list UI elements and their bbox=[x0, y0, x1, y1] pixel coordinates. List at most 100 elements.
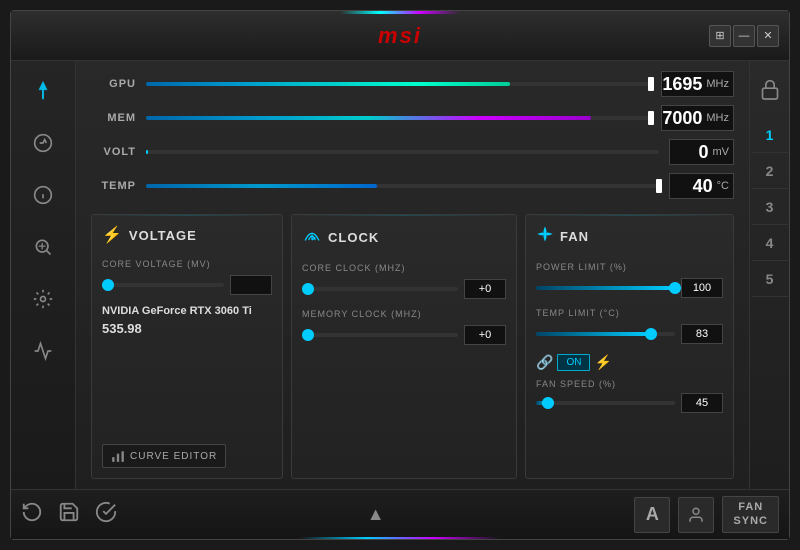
curve-editor-button[interactable]: CURVE EDITOR bbox=[102, 444, 226, 468]
app-window: msi ⊞ — ✕ bbox=[10, 10, 790, 540]
gpu-name: NVIDIA GeForce RTX 3060 Ti bbox=[102, 305, 272, 317]
gpu-slider-row: GPU 1695 MHz bbox=[91, 71, 734, 97]
lock-button[interactable] bbox=[752, 71, 788, 107]
volt-slider-container[interactable] bbox=[146, 146, 659, 158]
power-limit-label: POWER LIMIT (%) bbox=[536, 262, 723, 272]
core-voltage-slider-row bbox=[102, 275, 272, 295]
core-clock-value: +0 bbox=[464, 279, 506, 299]
mem-unit: MHz bbox=[706, 112, 729, 124]
core-clock-label: CORE CLOCK (MHZ) bbox=[302, 263, 506, 273]
power-limit-thumb[interactable] bbox=[669, 282, 681, 294]
close-btn[interactable]: ✕ bbox=[757, 25, 779, 47]
clock-panel: CLOCK CORE CLOCK (MHZ) +0 MEMORY CLOCK (… bbox=[291, 214, 517, 479]
core-voltage-track[interactable] bbox=[102, 283, 224, 287]
bottom-icons bbox=[21, 501, 117, 529]
temp-unit: °C bbox=[717, 180, 729, 192]
fan-speed-track[interactable] bbox=[536, 401, 675, 405]
center-content: GPU 1695 MHz MEM bbox=[76, 61, 749, 489]
mem-slider-row: MEM 7000 MHz bbox=[91, 105, 734, 131]
core-clock-track[interactable] bbox=[302, 287, 458, 291]
clock-icon bbox=[302, 225, 322, 249]
power-limit-fill bbox=[536, 286, 675, 290]
gpu-unit: MHz bbox=[706, 78, 729, 90]
sidebar-icon-info[interactable] bbox=[23, 175, 63, 215]
app-logo: msi bbox=[378, 23, 422, 49]
up-arrow-icon[interactable]: ▲ bbox=[367, 504, 385, 525]
gpu-slider-thumb[interactable] bbox=[648, 77, 654, 91]
profile-5-btn[interactable]: 5 bbox=[752, 261, 788, 297]
temp-slider-row: TEMP 40 °C bbox=[91, 173, 734, 199]
right-sidebar: 1 2 3 4 5 bbox=[749, 61, 789, 489]
temp-slider-container[interactable] bbox=[146, 180, 659, 192]
text-a-button[interactable]: A bbox=[634, 497, 670, 533]
bottom-bar: ▲ A FAN SYNC bbox=[11, 489, 789, 539]
minimize-btn[interactable]: — bbox=[733, 25, 755, 47]
fan-panel-title: FAN bbox=[536, 225, 723, 248]
profile-2-btn[interactable]: 2 bbox=[752, 153, 788, 189]
window-controls: ⊞ — ✕ bbox=[709, 25, 779, 47]
volt-slider-row: VOLT 0 mV bbox=[91, 139, 734, 165]
fan-speed-slider-row: 45 bbox=[536, 393, 723, 413]
fan-title-label: FAN bbox=[560, 229, 589, 244]
memory-clock-slider-row: +0 bbox=[302, 325, 506, 345]
save-icon[interactable] bbox=[58, 501, 80, 529]
title-bar: msi ⊞ — ✕ bbox=[11, 11, 789, 61]
fan-lightning-icon[interactable]: ⚡ bbox=[594, 354, 611, 371]
mem-slider-container[interactable] bbox=[146, 112, 651, 124]
left-sidebar bbox=[11, 61, 76, 489]
mem-value: 7000 bbox=[662, 108, 702, 129]
panels-section: ⚡ VOLTAGE CORE VOLTAGE (MV) NVIDIA GeFor… bbox=[91, 214, 734, 479]
gpu-slider-fill bbox=[146, 82, 510, 86]
volt-label: VOLT bbox=[91, 146, 136, 158]
voltage-panel-title: ⚡ VOLTAGE bbox=[102, 225, 272, 245]
windows-btn[interactable]: ⊞ bbox=[709, 25, 731, 47]
memory-clock-thumb[interactable] bbox=[302, 329, 314, 341]
volt-slider-track bbox=[146, 150, 659, 154]
volt-slider-fill bbox=[146, 150, 148, 154]
temp-slider-fill bbox=[146, 184, 377, 188]
sidebar-icon-search[interactable] bbox=[23, 227, 63, 267]
gpu-slider-container[interactable] bbox=[146, 78, 651, 90]
fan-speed-label: FAN SPEED (%) bbox=[536, 379, 723, 389]
memory-clock-label: MEMORY CLOCK (MHZ) bbox=[302, 309, 506, 319]
temp-limit-thumb[interactable] bbox=[645, 328, 657, 340]
mem-slider-fill bbox=[146, 116, 591, 120]
voltage-title-label: VOLTAGE bbox=[129, 228, 197, 243]
bottom-actions: A FAN SYNC bbox=[634, 496, 779, 532]
profile-4-btn[interactable]: 4 bbox=[752, 225, 788, 261]
mem-label: MEM bbox=[91, 112, 136, 124]
fan-speed-thumb[interactable] bbox=[542, 397, 554, 409]
voltage-panel: ⚡ VOLTAGE CORE VOLTAGE (MV) NVIDIA GeFor… bbox=[91, 214, 283, 479]
sidebar-icon-settings[interactable] bbox=[23, 279, 63, 319]
sidebar-icon-monitor[interactable] bbox=[23, 331, 63, 371]
sliders-section: GPU 1695 MHz MEM bbox=[91, 71, 734, 199]
bottom-accent bbox=[300, 537, 500, 539]
title-accent bbox=[340, 11, 460, 14]
power-limit-track[interactable] bbox=[536, 286, 675, 290]
sidebar-icon-overclock[interactable] bbox=[23, 71, 63, 111]
voltage-icon: ⚡ bbox=[102, 225, 123, 245]
mem-value-box: 7000 MHz bbox=[661, 105, 734, 131]
memory-clock-track[interactable] bbox=[302, 333, 458, 337]
sidebar-icon-koroush[interactable] bbox=[23, 123, 63, 163]
temp-limit-track[interactable] bbox=[536, 332, 675, 336]
mem-slider-thumb[interactable] bbox=[648, 111, 654, 125]
core-voltage-thumb[interactable] bbox=[102, 279, 114, 291]
temp-limit-label: TEMP LIMIT (°C) bbox=[536, 308, 723, 318]
fan-sync-button[interactable]: FAN SYNC bbox=[722, 496, 779, 532]
temp-slider-thumb[interactable] bbox=[656, 179, 662, 193]
memory-clock-value: +0 bbox=[464, 325, 506, 345]
mem-slider-track bbox=[146, 116, 651, 120]
profile-3-btn[interactable]: 3 bbox=[752, 189, 788, 225]
volt-unit: mV bbox=[713, 146, 730, 158]
user-profile-button[interactable] bbox=[678, 497, 714, 533]
temp-label: TEMP bbox=[91, 180, 136, 192]
reset-icon[interactable] bbox=[21, 501, 43, 529]
fan-on-toggle[interactable]: ON bbox=[557, 354, 590, 371]
apply-icon[interactable] bbox=[95, 501, 117, 529]
profile-1-btn[interactable]: 1 bbox=[752, 117, 788, 153]
core-clock-thumb[interactable] bbox=[302, 283, 314, 295]
link-icon[interactable]: 🔗 bbox=[536, 354, 553, 371]
fan-panel: FAN POWER LIMIT (%) 100 TEMP LIMIT (°C) bbox=[525, 214, 734, 479]
temp-value-box: 40 °C bbox=[669, 173, 734, 199]
